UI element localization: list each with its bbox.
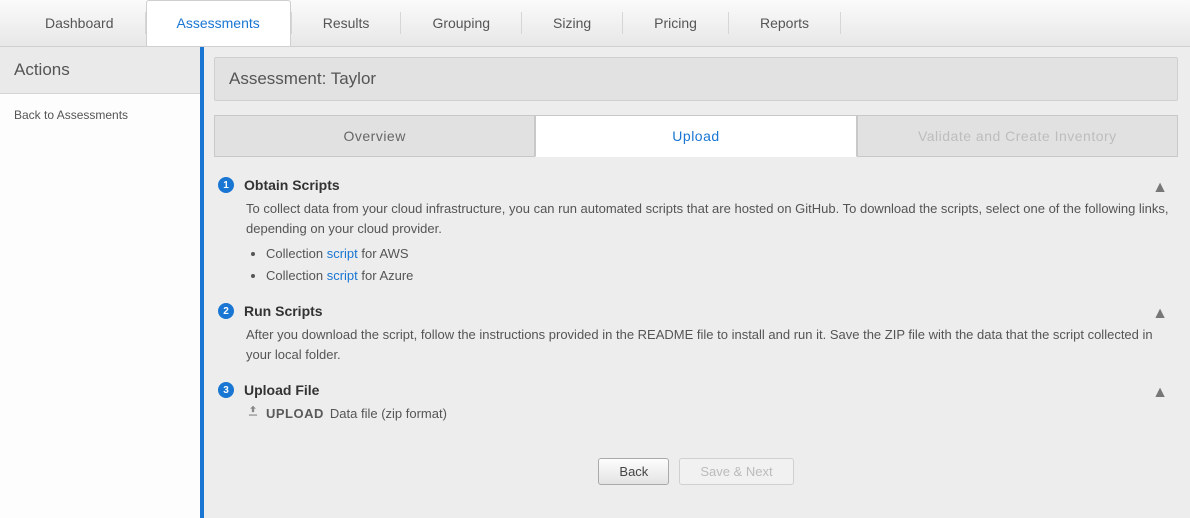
script-link-aws[interactable]: script	[327, 246, 358, 261]
sidebar: Actions Back to Assessments	[0, 47, 204, 518]
inner-tab-validate: Validate and Create Inventory	[857, 115, 1178, 157]
chevron-up-icon[interactable]: ▲	[1152, 305, 1168, 323]
li-text: Collection	[266, 246, 327, 261]
step-number-1: 1	[218, 177, 234, 193]
inner-tab-overview[interactable]: Overview	[214, 115, 535, 157]
save-next-button: Save & Next	[679, 458, 793, 485]
tab-results[interactable]: Results	[292, 0, 401, 46]
sidebar-title: Actions	[0, 47, 200, 94]
footer-actions: Back Save & Next	[214, 442, 1178, 491]
nav-separator	[840, 12, 841, 34]
upload-icon	[246, 404, 260, 424]
upload-button[interactable]: UPLOAD	[266, 404, 324, 424]
tab-grouping[interactable]: Grouping	[401, 0, 521, 46]
inner-tab-upload[interactable]: Upload	[535, 115, 856, 157]
step-run-scripts: ▲ 2 Run Scripts After you download the s…	[218, 303, 1174, 364]
step-number-3: 3	[218, 382, 234, 398]
tab-dashboard[interactable]: Dashboard	[14, 0, 145, 46]
step-number-2: 2	[218, 303, 234, 319]
step-title: Obtain Scripts	[244, 177, 340, 193]
chevron-up-icon[interactable]: ▲	[1152, 384, 1168, 402]
tab-pricing[interactable]: Pricing	[623, 0, 728, 46]
step-title: Upload File	[244, 382, 319, 398]
chevron-up-icon[interactable]: ▲	[1152, 179, 1168, 197]
step-description: After you download the script, follow th…	[246, 327, 1153, 362]
app-root: Dashboard Assessments Results Grouping S…	[0, 0, 1190, 518]
script-link-azure[interactable]: script	[327, 268, 358, 283]
step-obtain-scripts: ▲ 1 Obtain Scripts To collect data from …	[218, 177, 1174, 285]
li-text: Collection	[266, 268, 327, 283]
list-item: Collection script for Azure	[266, 266, 1174, 286]
panel-title: Assessment: Taylor	[214, 57, 1178, 101]
steps-container: ▲ 1 Obtain Scripts To collect data from …	[214, 177, 1178, 424]
inner-tabs: Overview Upload Validate and Create Inve…	[214, 115, 1178, 157]
tab-assessments[interactable]: Assessments	[146, 0, 291, 46]
list-item: Collection script for AWS	[266, 244, 1174, 264]
top-nav: Dashboard Assessments Results Grouping S…	[0, 0, 1190, 47]
li-text: for AWS	[358, 246, 409, 261]
back-to-assessments-link[interactable]: Back to Assessments	[0, 94, 200, 130]
tab-reports[interactable]: Reports	[729, 0, 840, 46]
back-button[interactable]: Back	[598, 458, 669, 485]
tab-sizing[interactable]: Sizing	[522, 0, 622, 46]
step-title: Run Scripts	[244, 303, 323, 319]
upload-description: Data file (zip format)	[330, 404, 447, 424]
li-text: for Azure	[358, 268, 414, 283]
step-description: To collect data from your cloud infrastr…	[246, 201, 1169, 236]
step-upload-file: ▲ 3 Upload File UPLOAD	[218, 382, 1174, 424]
main-panel: Assessment: Taylor Overview Upload Valid…	[204, 47, 1190, 518]
